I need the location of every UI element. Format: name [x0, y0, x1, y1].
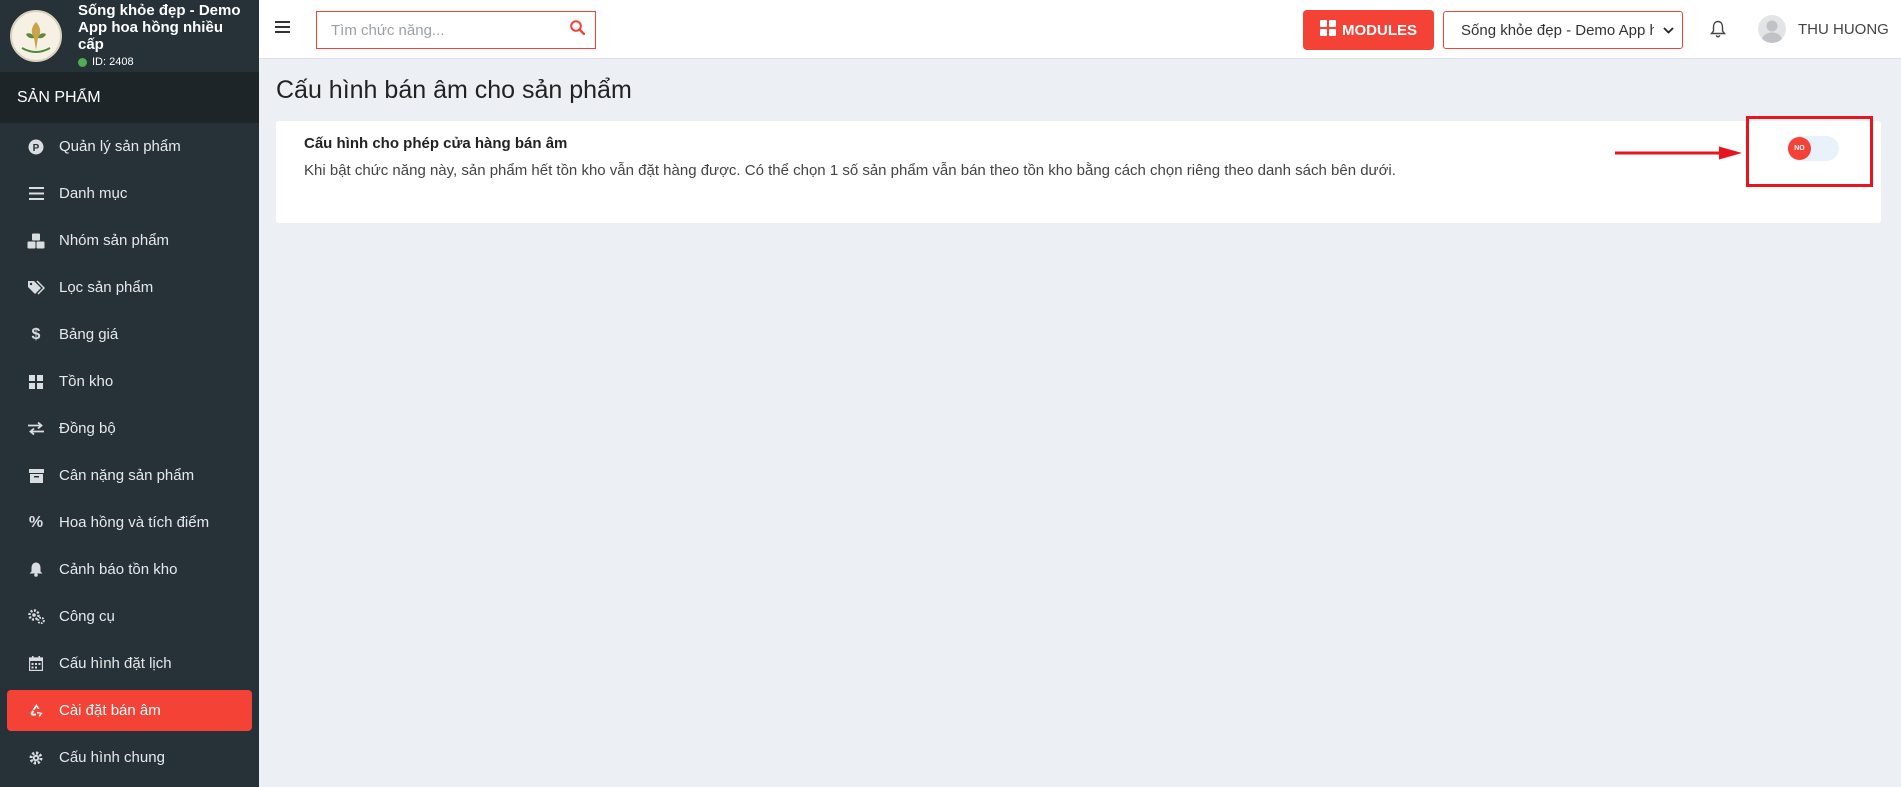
app-select-dropdown[interactable]: Sống khỏe đẹp - Demo App h	[1443, 11, 1683, 49]
modules-grid-icon	[1320, 20, 1342, 40]
sidebar-item-bang-gia[interactable]: $ Bảng giá	[7, 314, 252, 355]
chevron-down-icon	[1654, 26, 1682, 34]
toggle-state-label: NO	[1794, 145, 1805, 152]
sidebar-item-label: Cấu hình đặt lịch	[59, 655, 172, 672]
setting-description: Khi bật chức năng này, sản phẩm hết tồn …	[304, 162, 1396, 179]
avatar	[1758, 15, 1786, 43]
sidebar-item-label: Lọc sản phẩm	[59, 279, 154, 296]
sidebar-item-dong-bo[interactable]: Đồng bộ	[7, 408, 252, 449]
list-icon	[27, 185, 45, 203]
sidebar-item-can-nang-san-pham[interactable]: Cân nặng sản phẩm	[7, 455, 252, 496]
toggle-knob: NO	[1788, 137, 1811, 160]
sidebar-section-title: SẢN PHẨM	[0, 73, 259, 123]
sidebar-item-label: Quản lý sản phẩm	[59, 138, 181, 155]
brand-header: Sống khỏe đẹp - Demo App hoa hồng nhiều …	[0, 0, 259, 73]
search-button[interactable]	[559, 12, 595, 48]
sidebar-item-cau-hinh-chung[interactable]: Cấu hình chung	[7, 737, 252, 778]
search-input[interactable]	[317, 12, 559, 48]
brand-id-label: ID: 2408	[92, 55, 134, 68]
svg-text:P: P	[33, 143, 40, 154]
search-box	[316, 11, 596, 49]
sidebar-item-label: Danh mục	[59, 185, 128, 202]
brand-id: ID: 2408	[78, 54, 248, 71]
app-select-value: Sống khỏe đẹp - Demo App h	[1461, 21, 1654, 39]
sidebar-item-label: Nhóm sản phẩm	[59, 232, 170, 249]
gear-icon	[27, 749, 45, 767]
setting-title: Cấu hình cho phép cửa hàng bán âm	[304, 135, 568, 152]
top-header: MODULES Sống khỏe đẹp - Demo App h THU H…	[259, 0, 1901, 59]
archive-icon	[27, 467, 45, 485]
sidebar-item-cai-dat-ban-am[interactable]: Cài đặt bán âm	[7, 690, 252, 731]
calendar-icon	[27, 655, 45, 673]
online-status-dot	[78, 57, 87, 67]
sidebar-item-danh-muc[interactable]: Danh mục	[7, 173, 252, 214]
setting-card: Cấu hình cho phép cửa hàng bán âm Khi bậ…	[276, 121, 1881, 223]
cubes-icon	[27, 232, 45, 250]
menu-toggle-icon[interactable]	[275, 20, 293, 38]
sidebar-item-nhom-san-pham[interactable]: Nhóm sản phẩm	[7, 220, 252, 261]
sidebar-item-canh-bao-ton-kho[interactable]: Cảnh báo tồn kho	[7, 549, 252, 590]
recycle-icon	[27, 702, 45, 720]
sidebar-item-label: Đồng bộ	[59, 420, 116, 437]
page-title: Cấu hình bán âm cho sản phẩm	[276, 76, 632, 104]
product-circle-icon: P	[27, 138, 45, 156]
modules-label: MODULES	[1342, 21, 1417, 39]
sidebar-menu: P Quản lý sản phẩm Danh mục Nhóm sản phẩ…	[0, 123, 259, 778]
sidebar-item-label: Cảnh báo tồn kho	[59, 561, 178, 578]
tags-icon	[27, 279, 45, 297]
sidebar-item-loc-san-pham[interactable]: Lọc sản phẩm	[7, 267, 252, 308]
modules-button[interactable]: MODULES	[1303, 10, 1434, 50]
user-name: THU HUONG	[1798, 20, 1889, 38]
sidebar-item-ton-kho[interactable]: Tồn kho	[7, 361, 252, 402]
sidebar-item-cau-hinh-dat-lich[interactable]: Cấu hình đặt lịch	[7, 643, 252, 684]
dollar-icon: $	[31, 325, 41, 343]
sidebar-item-label: Bảng giá	[59, 326, 119, 343]
search-icon	[569, 20, 585, 40]
brand-name: Sống khỏe đẹp - Demo App hoa hồng nhiều …	[78, 1, 241, 53]
sidebar-item-label: Tồn kho	[59, 373, 114, 390]
brand-logo[interactable]	[10, 10, 62, 62]
notification-bell-icon[interactable]	[1710, 20, 1728, 40]
exchange-icon	[27, 420, 45, 438]
user-menu[interactable]: THU HUONG	[1758, 15, 1889, 43]
annotation-arrow	[1615, 146, 1743, 165]
sidebar-item-label: Cài đặt bán âm	[59, 702, 161, 719]
sidebar-item-label: Cấu hình chung	[59, 749, 165, 766]
sidebar: Sống khỏe đẹp - Demo App hoa hồng nhiều …	[0, 0, 259, 787]
sidebar-item-quan-ly-san-pham[interactable]: P Quản lý sản phẩm	[7, 126, 252, 167]
sidebar-item-label: Hoa hồng và tích điểm	[59, 514, 210, 531]
bell-icon	[27, 561, 45, 579]
sidebar-item-hoa-hong-va-tich-diem[interactable]: % Hoa hồng và tích điểm	[7, 502, 252, 543]
allow-negative-stock-toggle[interactable]: NO	[1787, 136, 1839, 161]
sidebar-item-cong-cu[interactable]: Công cụ	[7, 596, 252, 637]
gears-icon	[27, 608, 45, 626]
sidebar-item-label: Công cụ	[59, 608, 115, 625]
percent-icon: %	[28, 513, 44, 531]
sidebar-item-label: Cân nặng sản phẩm	[59, 467, 195, 484]
grid-icon	[27, 373, 45, 391]
